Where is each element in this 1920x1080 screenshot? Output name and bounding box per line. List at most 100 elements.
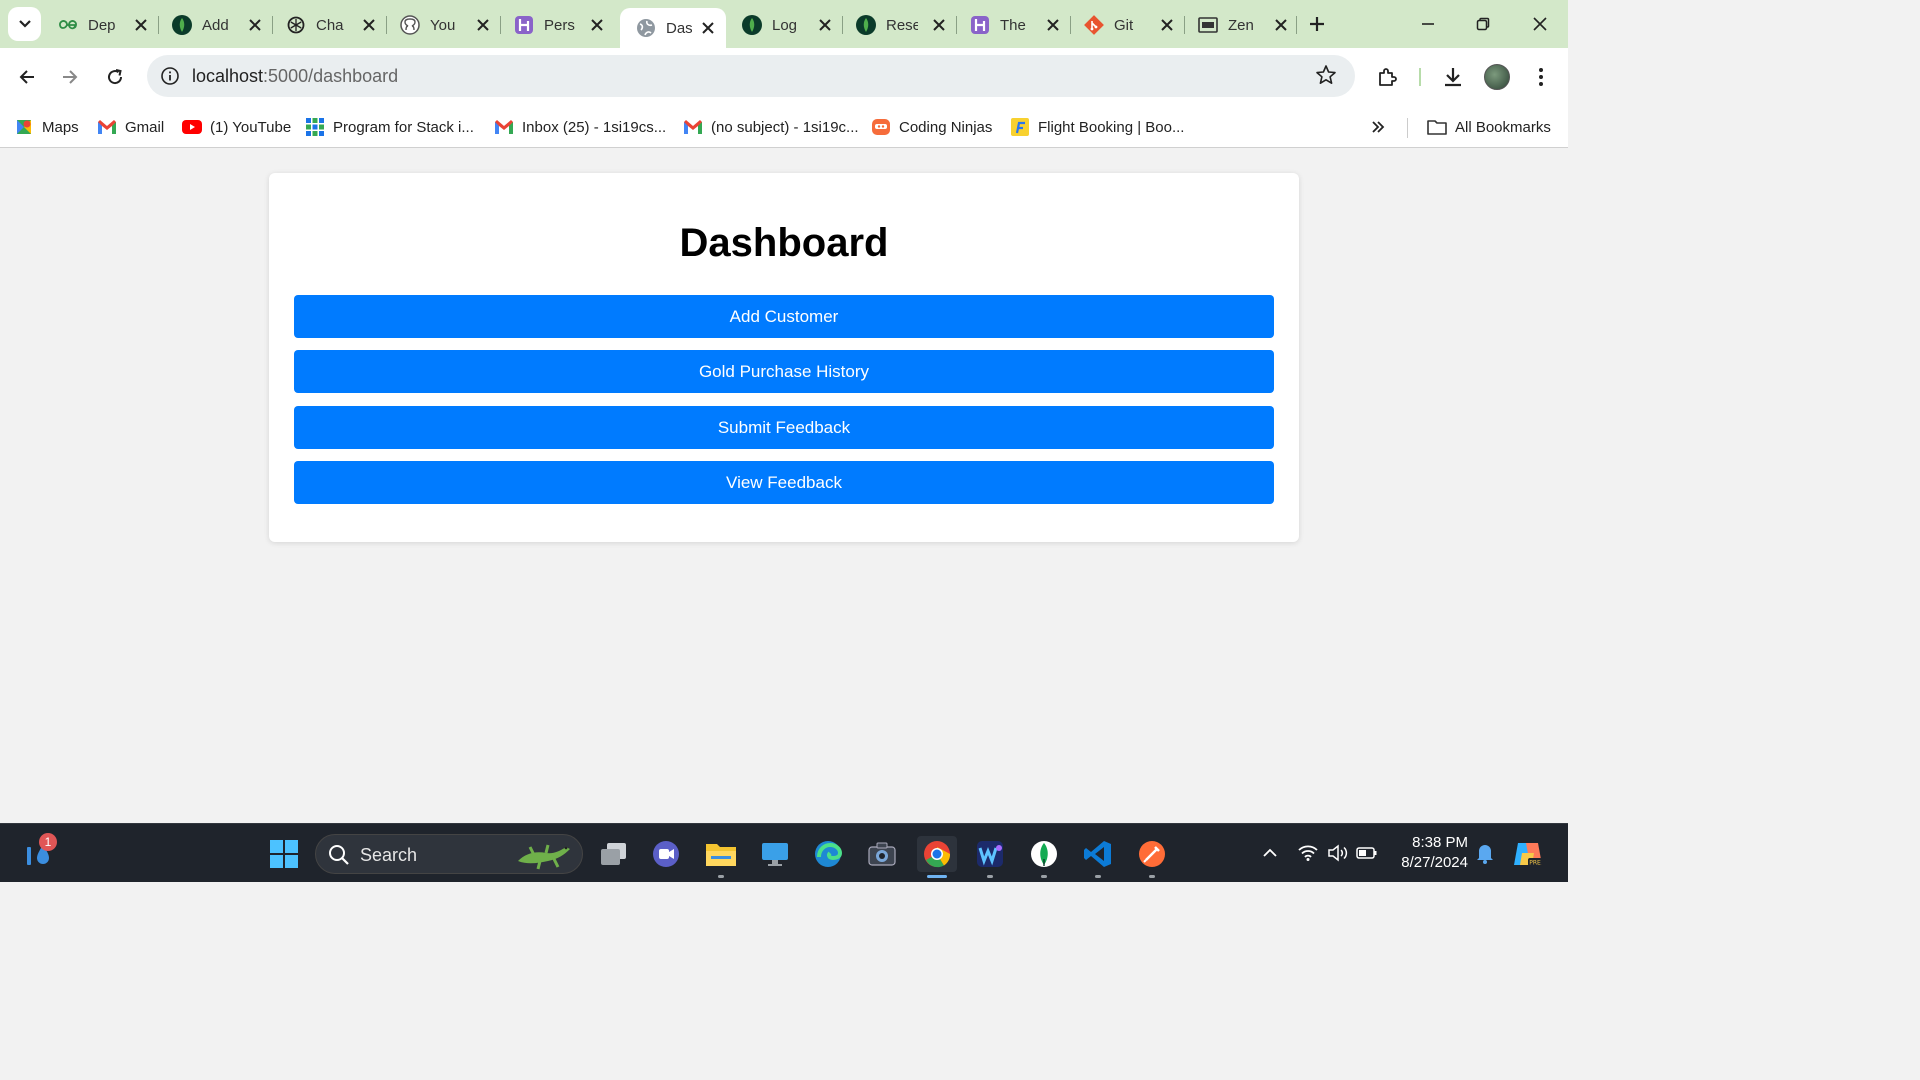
tab-3[interactable]: You <box>384 6 502 44</box>
clock-time: 8:38 PM <box>1412 834 1468 851</box>
running-indicator <box>1149 875 1155 878</box>
close-icon <box>1533 17 1547 31</box>
system-clock[interactable]: 8:38 PM 8/27/2024 <box>1392 833 1468 873</box>
start-button[interactable] <box>266 836 302 872</box>
bookmark-label: Coding Ninjas <box>899 118 993 136</box>
close-icon[interactable] <box>700 19 716 37</box>
browser-toolbar: localhost:5000/dashboard <box>0 48 1568 106</box>
running-indicator <box>927 875 947 878</box>
hashnode-icon <box>970 15 990 35</box>
extensions-icon[interactable] <box>1374 63 1402 91</box>
chevron-up-icon[interactable] <box>1259 842 1281 864</box>
volume-icon[interactable] <box>1327 842 1349 864</box>
new-tab-button[interactable] <box>1305 12 1329 36</box>
url-path: :5000/dashboard <box>263 66 399 86</box>
tab-label: Pers <box>544 16 575 34</box>
close-icon[interactable] <box>588 16 606 34</box>
chatgpt-icon <box>286 15 306 35</box>
bookmark-youtube[interactable]: (1) YouTube <box>182 112 291 142</box>
bookmark-coding-ninjas[interactable]: Coding Ninjas <box>871 112 992 142</box>
github-icon <box>400 15 420 35</box>
battery-icon[interactable] <box>1356 842 1378 864</box>
tab-6[interactable]: Log <box>726 6 844 44</box>
tab-1[interactable]: Add <box>156 6 274 44</box>
postman-icon[interactable] <box>1134 836 1170 878</box>
close-icon[interactable] <box>360 16 378 34</box>
tab-7[interactable]: Rese <box>840 6 958 44</box>
remote-desktop-icon[interactable] <box>757 836 793 872</box>
tab-label: Add <box>202 16 229 34</box>
bookmarks-bar: Maps Gmail (1) YouTube Program for Stack… <box>0 106 1568 148</box>
file-explorer-icon[interactable] <box>703 836 739 878</box>
address-bar[interactable]: localhost:5000/dashboard <box>147 55 1355 97</box>
close-icon[interactable] <box>930 16 948 34</box>
add-customer-button[interactable]: Add Customer <box>294 295 1274 338</box>
tab-8[interactable]: The <box>954 6 1072 44</box>
windows-icon <box>270 840 298 868</box>
git-icon <box>1084 15 1104 35</box>
bookmark-gmail[interactable]: Gmail <box>97 112 164 142</box>
view-feedback-button[interactable]: View Feedback <box>294 461 1274 504</box>
tab-label: Zen <box>1228 16 1254 34</box>
page-content: Dashboard Add Customer Gold Purchase His… <box>0 148 1568 823</box>
tab-4[interactable]: Pers <box>498 6 616 44</box>
url-text[interactable]: localhost:5000/dashboard <box>192 66 398 87</box>
close-icon[interactable] <box>132 16 150 34</box>
bookmark-label: (1) YouTube <box>210 118 292 136</box>
bookmark-label: Maps <box>42 118 79 136</box>
teams-meet-icon[interactable] <box>648 836 684 872</box>
close-icon[interactable] <box>816 16 834 34</box>
tab-2[interactable]: Cha <box>270 6 388 44</box>
reload-button[interactable] <box>99 61 131 93</box>
download-icon[interactable] <box>1439 63 1467 91</box>
tab-search-button[interactable] <box>8 7 41 41</box>
chevron-down-icon <box>18 20 31 28</box>
copilot-icon[interactable]: PRE <box>1510 836 1546 872</box>
window-close-button[interactable] <box>1526 10 1554 38</box>
wifi-icon[interactable] <box>1297 842 1319 864</box>
bookmark-label: Flight Booking | Boo... <box>1038 118 1185 136</box>
bookmark-no-subject[interactable]: (no subject) - 1si19c... <box>683 112 859 142</box>
forward-button[interactable] <box>54 61 86 93</box>
close-icon[interactable] <box>1272 16 1290 34</box>
minimize-icon <box>1422 23 1434 25</box>
webstorm-icon[interactable] <box>972 836 1008 878</box>
profile-avatar[interactable] <box>1484 64 1510 90</box>
close-icon[interactable] <box>246 16 264 34</box>
submit-feedback-button[interactable]: Submit Feedback <box>294 406 1274 449</box>
camera-icon[interactable] <box>864 836 900 872</box>
tab-10[interactable]: Zen <box>1182 6 1300 44</box>
bookmark-flight-booking[interactable]: Flight Booking | Boo... <box>1010 112 1184 142</box>
site-info-icon[interactable] <box>155 61 185 91</box>
bookmark-star-icon[interactable] <box>1315 64 1339 88</box>
menu-kebab-icon[interactable] <box>1527 63 1555 91</box>
mongodb-compass-icon[interactable] <box>1026 836 1062 878</box>
close-icon[interactable] <box>1044 16 1062 34</box>
tab-label: Rese <box>886 16 918 34</box>
close-icon[interactable] <box>474 16 492 34</box>
bookmark-maps[interactable]: Maps <box>14 112 79 142</box>
notification-bell-icon[interactable] <box>1474 842 1496 864</box>
clock-date: 8/27/2024 <box>1401 854 1468 871</box>
bookmarks-overflow-button[interactable] <box>1366 117 1390 137</box>
bookmark-inbox[interactable]: Inbox (25) - 1si19cs... <box>494 112 666 142</box>
tab-5-active[interactable]: Dasl <box>620 8 726 48</box>
edge-browser-icon[interactable] <box>810 836 846 872</box>
restore-icon <box>1476 17 1490 31</box>
minimize-button[interactable] <box>1414 10 1442 38</box>
all-bookmarks-button[interactable]: All Bookmarks <box>1427 112 1551 142</box>
search-label: Search <box>360 845 418 865</box>
tab-9[interactable]: Git <box>1068 6 1186 44</box>
restore-button[interactable] <box>1469 10 1497 38</box>
tab-0[interactable]: Dep <box>42 6 160 44</box>
chrome-icon[interactable] <box>917 836 957 878</box>
close-icon[interactable] <box>1158 16 1176 34</box>
gold-purchase-history-button[interactable]: Gold Purchase History <box>294 350 1274 393</box>
bookmark-program-stack[interactable]: Program for Stack i... <box>305 112 474 142</box>
vscode-icon[interactable] <box>1080 836 1116 878</box>
taskbar-search[interactable]: Search <box>315 834 583 874</box>
task-view-icon[interactable] <box>595 836 631 872</box>
back-button[interactable] <box>11 61 43 93</box>
tab-label: Git <box>1114 16 1134 34</box>
gmail-icon <box>683 117 703 137</box>
